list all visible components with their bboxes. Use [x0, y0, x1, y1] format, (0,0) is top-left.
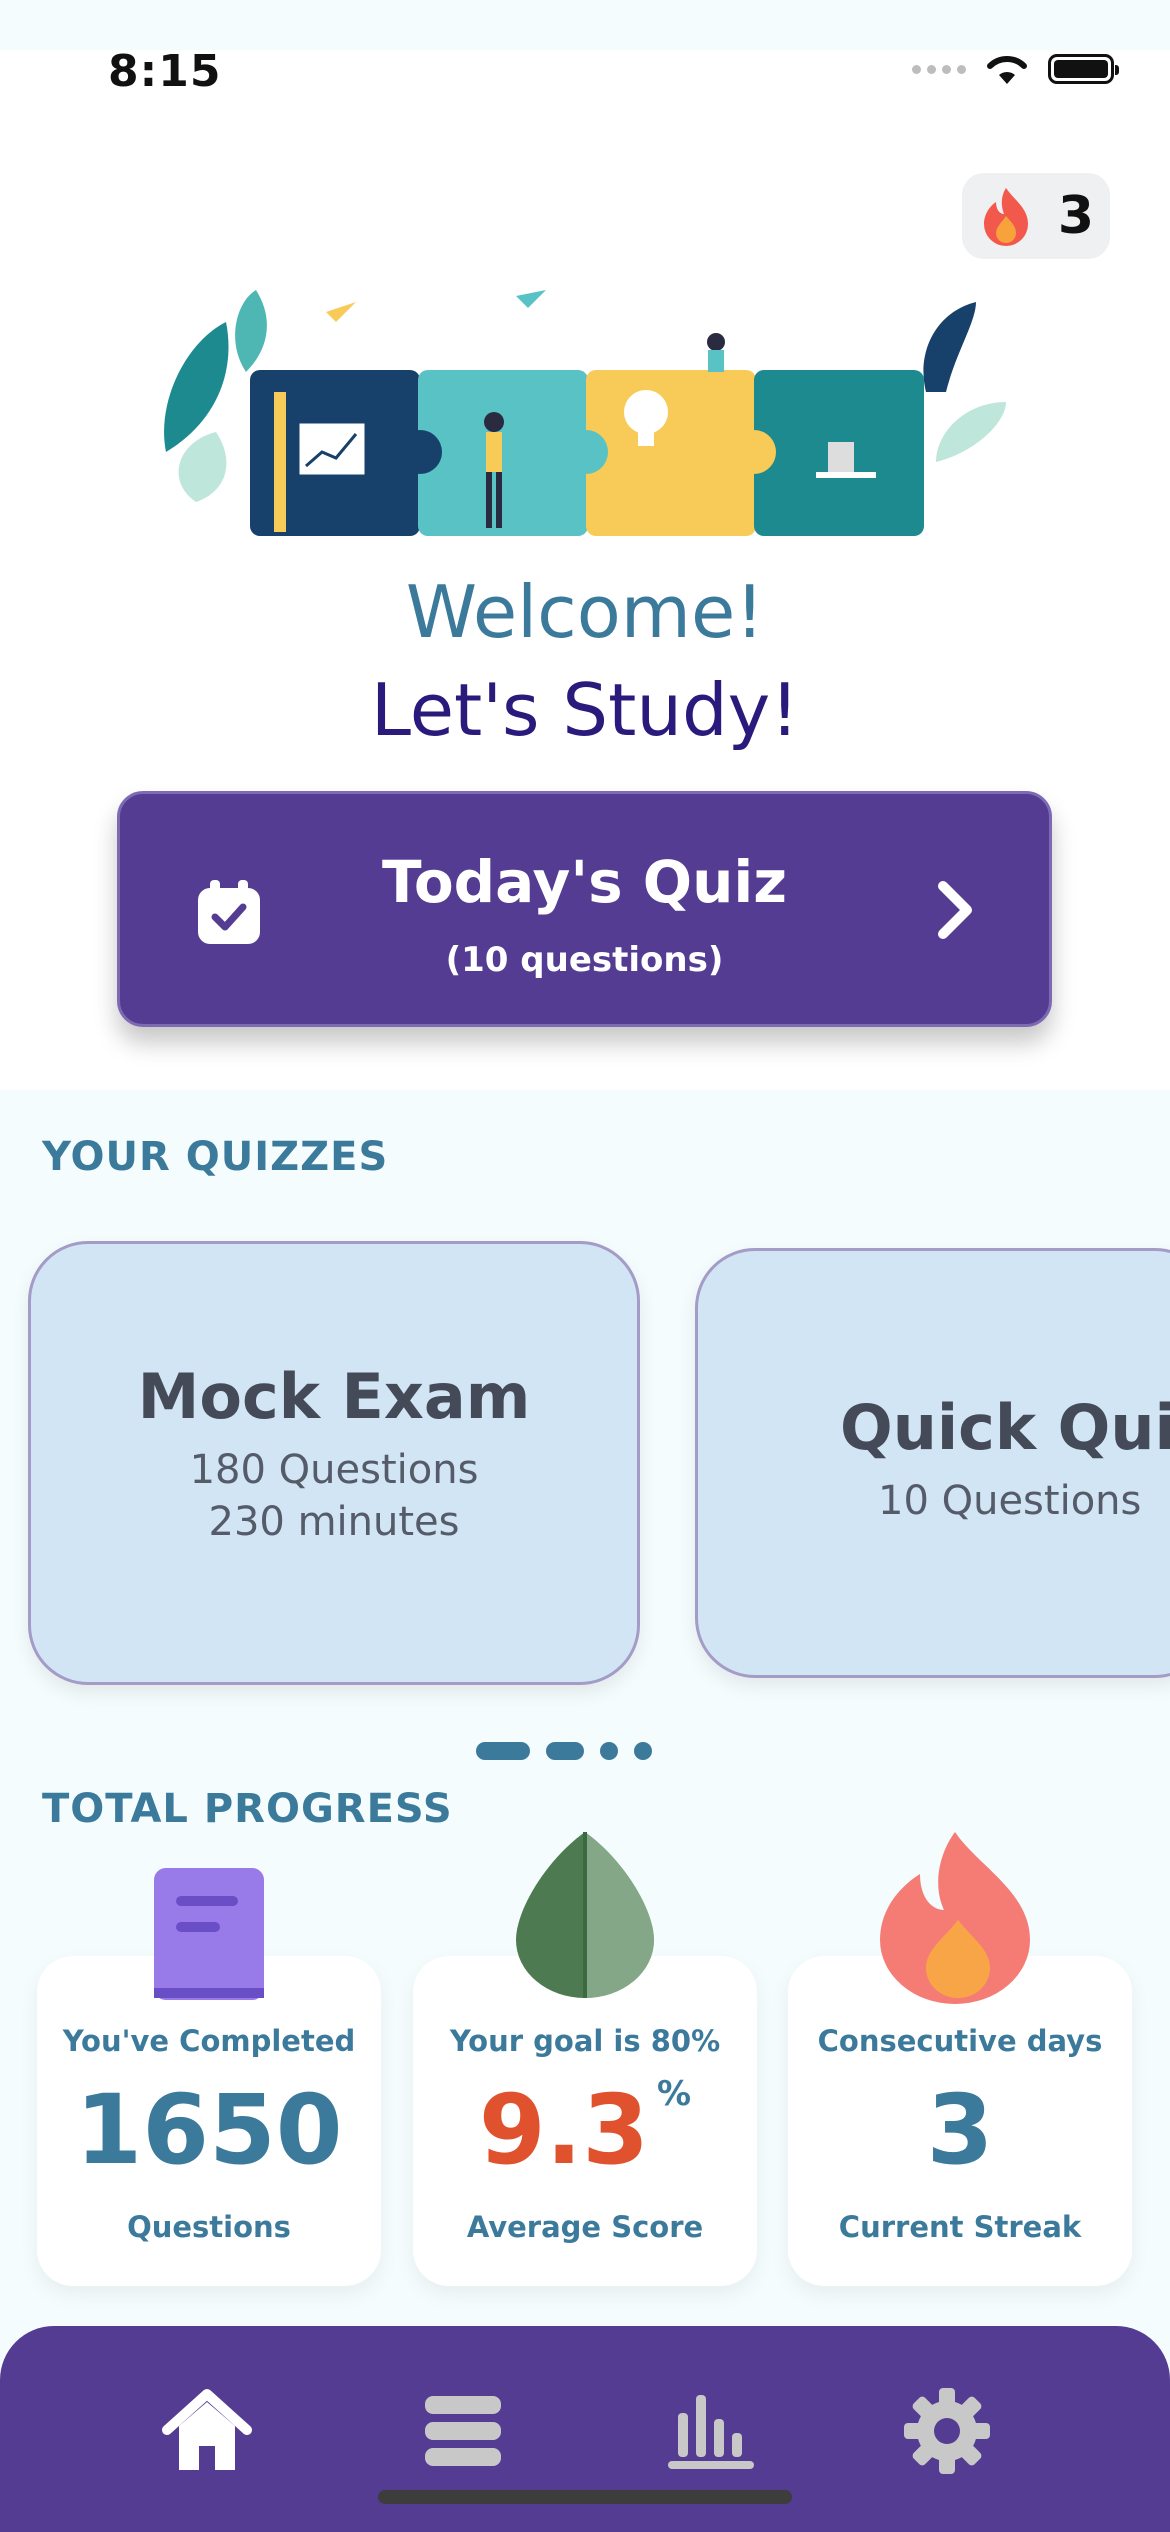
page-dot[interactable] — [476, 1742, 530, 1760]
battery-icon — [1048, 54, 1119, 84]
status-icons — [912, 52, 1119, 86]
your-quizzes-label: YOUR QUIZZES — [42, 1134, 389, 1180]
score-value-wrap: 9.3% — [413, 2074, 757, 2186]
todays-quiz-count: (10 questions) — [445, 940, 724, 980]
score-goal-label: Your goal is 80% — [449, 2024, 721, 2058]
quiz-card-questions: 180 Questions — [189, 1447, 479, 1493]
nav-stats[interactable] — [656, 2376, 766, 2486]
streak-days-label: Consecutive days — [817, 2024, 1103, 2058]
nav-quizzes[interactable] — [408, 2376, 518, 2486]
home-indicator[interactable] — [378, 2490, 792, 2504]
score-label: Average Score — [466, 2210, 704, 2244]
quiz-card-duration: 230 minutes — [208, 1499, 460, 1545]
cellular-signal-icon — [912, 64, 966, 74]
streak-value: 3 — [926, 2074, 994, 2186]
todays-quiz-title: Today's Quiz — [381, 848, 788, 916]
quiz-card-mock-exam[interactable]: Mock Exam 180 Questions 230 minutes — [28, 1241, 640, 1685]
wifi-icon — [987, 55, 1027, 84]
flame-icon — [880, 1832, 1030, 2004]
nav-settings[interactable] — [892, 2376, 1002, 2486]
book-icon — [154, 1868, 264, 2000]
completed-unit: Questions — [127, 2210, 291, 2244]
score-value: 9.3 — [478, 2074, 649, 2186]
puzzle-illustration — [164, 290, 1006, 536]
list-icon — [425, 2396, 501, 2466]
fire-icon — [983, 188, 1028, 246]
streak-count: 3 — [1057, 186, 1095, 246]
gear-icon — [904, 2388, 990, 2474]
quiz-card-title: Quick Quiz — [840, 1391, 1170, 1464]
bar-chart-icon — [668, 2395, 754, 2469]
page-dot[interactable] — [546, 1742, 584, 1760]
completed-value: 1650 — [75, 2074, 343, 2186]
carousel-pagination[interactable] — [476, 1742, 652, 1760]
quiz-card-quick-quiz[interactable]: Quick Quiz 10 Questions — [695, 1248, 1170, 1678]
page-dot[interactable] — [600, 1742, 618, 1760]
page-dot[interactable] — [634, 1742, 652, 1760]
average-score-card: Your goal is 80% 9.3% Average Score — [413, 1956, 757, 2286]
home-icon — [162, 2389, 252, 2470]
streak-badge[interactable]: 3 — [962, 173, 1110, 259]
completed-label: You've Completed — [62, 2024, 356, 2058]
quiz-card-title: Mock Exam — [137, 1360, 531, 1433]
welcome-heading: Welcome! — [405, 570, 765, 654]
leaf-icon — [516, 1832, 654, 1998]
nav-home[interactable] — [152, 2376, 262, 2486]
todays-quiz-button[interactable]: Today's Quiz (10 questions) — [117, 791, 1052, 1027]
score-unit: % — [656, 2074, 692, 2114]
status-time: 8:15 — [108, 46, 222, 97]
streak-label: Current Streak — [838, 2210, 1082, 2244]
chevron-right-icon — [938, 881, 972, 939]
quiz-card-questions: 10 Questions — [878, 1478, 1142, 1524]
total-progress-label: TOTAL PROGRESS — [42, 1786, 453, 1832]
study-subheading: Let's Study! — [370, 668, 800, 752]
